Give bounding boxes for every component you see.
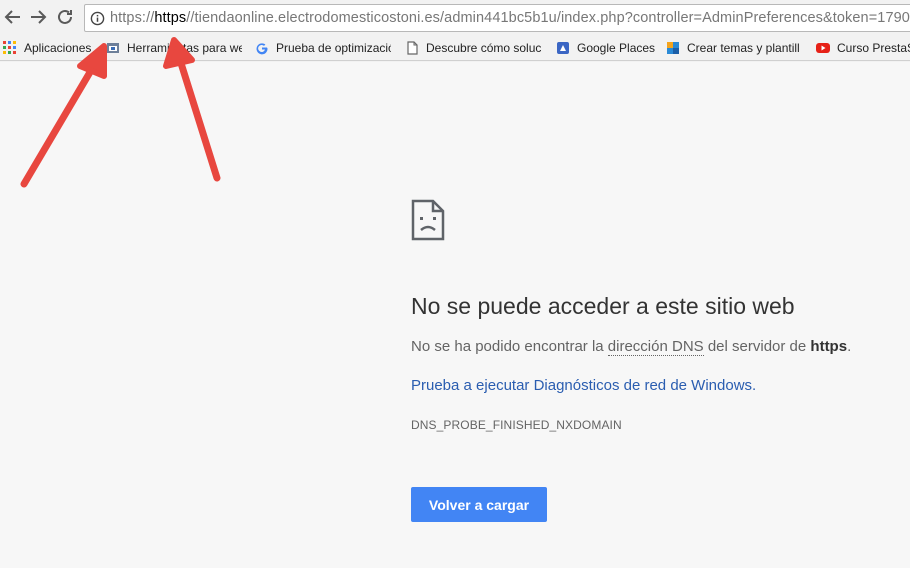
error-desc-text: del servidor de: [703, 338, 811, 355]
bookmark-label: Descubre cómo soluc: [426, 41, 541, 55]
bookmark-label: Crear temas y plantill: [687, 41, 800, 55]
sad-page-icon: [411, 199, 445, 241]
address-bar[interactable]: https://https//tiendaonline.electrodomes…: [84, 4, 910, 32]
apps-grid-icon: [3, 41, 16, 54]
bookmark-label: Herramientas para we: [127, 41, 242, 55]
bookmark-themes[interactable]: Crear temas y plantill: [666, 39, 804, 57]
url-host-scheme: https: [154, 10, 187, 26]
reload-button[interactable]: Volver a cargar: [411, 487, 547, 522]
forward-button[interactable]: [27, 6, 49, 28]
bookmark-label: Aplicaciones: [24, 41, 91, 55]
url-text[interactable]: https://https//tiendaonline.electrodomes…: [110, 10, 910, 27]
info-icon[interactable]: [90, 11, 105, 26]
browser-toolbar: https://https//tiendaonline.electrodomes…: [0, 0, 910, 35]
error-desc-text: No se ha podido encontrar la: [411, 338, 608, 355]
youtube-icon: [816, 43, 830, 53]
back-button[interactable]: [2, 6, 24, 28]
error-desc-text: .: [847, 338, 852, 355]
forward-arrow-icon: [31, 10, 47, 24]
bookmark-course[interactable]: Curso PrestaS: [816, 39, 910, 57]
url-path: //tiendaonline.electrodomesticostoni.es/…: [186, 10, 910, 26]
google-places-icon: [557, 42, 569, 54]
bookmark-label: Google Places: [577, 41, 656, 55]
reload-icon: [58, 9, 72, 24]
error-description: No se ha podido encontrar la dirección D…: [411, 338, 851, 356]
bookmarks-bar: Aplicaciones Herramientas para we Prueba…: [0, 35, 910, 61]
reload-page-button[interactable]: [54, 6, 76, 28]
network-diagnostics-link[interactable]: Prueba a ejecutar Diagnósticos de red de…: [411, 377, 756, 395]
bookmark-tools[interactable]: Herramientas para we: [106, 39, 242, 57]
url-scheme: https://: [110, 10, 155, 26]
bookmark-label: Curso PrestaS: [837, 41, 910, 55]
google-icon: [256, 43, 268, 55]
page-icon: [407, 41, 418, 55]
bookmark-label: Prueba de optimizació: [276, 41, 391, 55]
error-title: No se puede acceder a este sitio web: [411, 293, 795, 319]
back-arrow-icon: [4, 10, 20, 24]
bookmark-discover[interactable]: Descubre cómo soluc: [405, 39, 541, 57]
blogger-icon: [667, 42, 679, 54]
tools-icon: [107, 43, 119, 53]
error-code: DNS_PROBE_FINISHED_NXDOMAIN: [411, 418, 622, 432]
bookmark-google-places[interactable]: Google Places: [556, 39, 656, 57]
dns-address-term: dirección DNS: [607, 338, 704, 356]
bookmark-apps[interactable]: Aplicaciones: [3, 39, 91, 57]
bookmark-pagespeed[interactable]: Prueba de optimizació: [255, 39, 391, 57]
server-name: https: [810, 338, 848, 355]
